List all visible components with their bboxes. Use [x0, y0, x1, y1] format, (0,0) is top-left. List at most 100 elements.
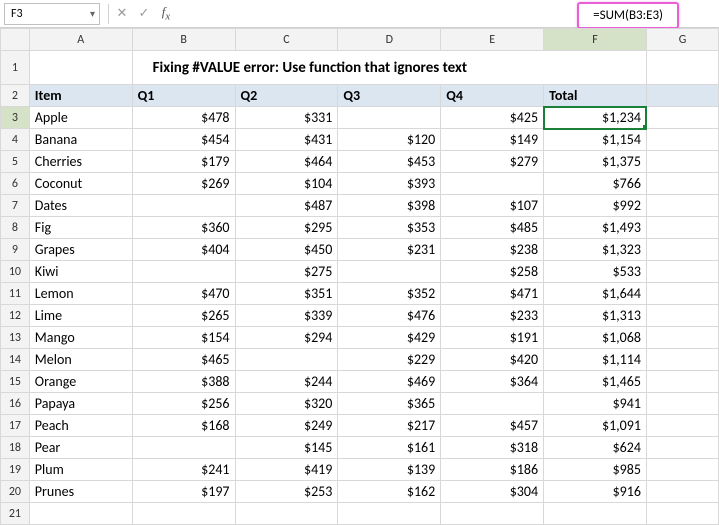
row-header-16[interactable]: 16 [1, 393, 30, 415]
hdr-item[interactable]: Item [29, 85, 132, 107]
hdr-q4[interactable]: Q4 [441, 85, 544, 107]
cell-B21[interactable] [132, 503, 235, 525]
cell-item[interactable]: Plum [29, 459, 132, 481]
row-header-6[interactable]: 6 [1, 173, 30, 195]
row-header-15[interactable]: 15 [1, 371, 30, 393]
cell-q2[interactable]: $339 [235, 305, 338, 327]
row-header-20[interactable]: 20 [1, 481, 30, 503]
cell-item[interactable]: Lime [29, 305, 132, 327]
row-header-1[interactable]: 1 [1, 51, 30, 85]
cell-q1[interactable] [132, 195, 235, 217]
cell-q3[interactable]: $365 [338, 393, 441, 415]
cell-q1[interactable] [132, 261, 235, 283]
cell-D21[interactable] [338, 503, 441, 525]
row-header-4[interactable]: 4 [1, 129, 30, 151]
cell-q2[interactable]: $294 [235, 327, 338, 349]
cell-q1[interactable]: $265 [132, 305, 235, 327]
cell-q1[interactable]: $154 [132, 327, 235, 349]
cell-total[interactable]: $941 [544, 393, 647, 415]
fx-icon[interactable]: fx [155, 4, 177, 23]
cell-total[interactable]: $533 [544, 261, 647, 283]
row-header-3[interactable]: 3 [1, 107, 30, 129]
cell-item[interactable]: Apple [29, 107, 132, 129]
cell-q4[interactable] [441, 173, 544, 195]
cell-q3[interactable]: $429 [338, 327, 441, 349]
cell-empty[interactable] [646, 173, 718, 195]
cell-empty[interactable] [646, 195, 718, 217]
row-header-18[interactable]: 18 [1, 437, 30, 459]
cell-q3[interactable]: $120 [338, 129, 441, 151]
cell-q2[interactable] [235, 349, 338, 371]
cell-q2[interactable]: $320 [235, 393, 338, 415]
cell-q3[interactable]: $217 [338, 415, 441, 437]
cell-q1[interactable]: $168 [132, 415, 235, 437]
sheet-title[interactable]: Fixing #VALUE error: Use function that i… [132, 51, 646, 85]
cell-q4[interactable]: $420 [441, 349, 544, 371]
cell-q4[interactable]: $186 [441, 459, 544, 481]
cell-q3[interactable]: $229 [338, 349, 441, 371]
cell-q2[interactable]: $487 [235, 195, 338, 217]
row-header-8[interactable]: 8 [1, 217, 30, 239]
cell-item[interactable]: Lemon [29, 283, 132, 305]
cell-item[interactable]: Cherries [29, 151, 132, 173]
row-header-9[interactable]: 9 [1, 239, 30, 261]
col-header-C[interactable]: C [235, 29, 338, 51]
cell-total[interactable]: $766 [544, 173, 647, 195]
row-header-17[interactable]: 17 [1, 415, 30, 437]
row-header-2[interactable]: 2 [1, 85, 30, 107]
cell-empty[interactable] [646, 305, 718, 327]
cell-q2[interactable]: $464 [235, 151, 338, 173]
cell-q4[interactable]: $233 [441, 305, 544, 327]
cell-total[interactable]: $1,375 [544, 151, 647, 173]
row-header-5[interactable]: 5 [1, 151, 30, 173]
cell-item[interactable]: Orange [29, 371, 132, 393]
cell-q3[interactable]: $139 [338, 459, 441, 481]
cell-q1[interactable]: $454 [132, 129, 235, 151]
cell-q4[interactable]: $457 [441, 415, 544, 437]
cell-empty[interactable] [646, 481, 718, 503]
cell-q4[interactable]: $471 [441, 283, 544, 305]
cell-total[interactable]: $1,323 [544, 239, 647, 261]
cell-total[interactable]: $1,493 [544, 217, 647, 239]
cell-q4[interactable]: $258 [441, 261, 544, 283]
cell-q2[interactable]: $331 [235, 107, 338, 129]
col-header-G[interactable]: G [646, 29, 718, 51]
cell-total[interactable]: $624 [544, 437, 647, 459]
cell-q4[interactable] [441, 393, 544, 415]
cell-G21[interactable] [646, 503, 718, 525]
cell-q2[interactable]: $244 [235, 371, 338, 393]
cell-q3[interactable]: $231 [338, 239, 441, 261]
cell-q4[interactable]: $279 [441, 151, 544, 173]
cell-q3[interactable]: $469 [338, 371, 441, 393]
cell-q2[interactable]: $431 [235, 129, 338, 151]
cancel-icon[interactable]: ✕ [111, 6, 133, 21]
cell-q4[interactable]: $107 [441, 195, 544, 217]
cell-q3[interactable]: $393 [338, 173, 441, 195]
cell-q3[interactable] [338, 261, 441, 283]
cell-empty[interactable] [646, 349, 718, 371]
cell-q2[interactable]: $450 [235, 239, 338, 261]
cell-q4[interactable]: $485 [441, 217, 544, 239]
cell-q4[interactable]: $318 [441, 437, 544, 459]
cell-G1[interactable] [646, 51, 718, 85]
cell-empty[interactable] [646, 437, 718, 459]
cell-empty[interactable] [646, 371, 718, 393]
cell-q3[interactable]: $353 [338, 217, 441, 239]
cell-q3[interactable] [338, 107, 441, 129]
cell-total[interactable]: $1,313 [544, 305, 647, 327]
cell-q1[interactable]: $478 [132, 107, 235, 129]
row-header-7[interactable]: 7 [1, 195, 30, 217]
cell-q3[interactable]: $398 [338, 195, 441, 217]
cell-item[interactable]: Pear [29, 437, 132, 459]
cell-q3[interactable]: $476 [338, 305, 441, 327]
cell-item[interactable]: Dates [29, 195, 132, 217]
cell-q1[interactable]: $269 [132, 173, 235, 195]
hdr-q3[interactable]: Q3 [338, 85, 441, 107]
cell-item[interactable]: Grapes [29, 239, 132, 261]
cell-G2[interactable] [646, 85, 718, 107]
col-header-E[interactable]: E [441, 29, 544, 51]
row-header-21[interactable]: 21 [1, 503, 30, 525]
cell-item[interactable]: Peach [29, 415, 132, 437]
cell-q1[interactable]: $241 [132, 459, 235, 481]
hdr-total[interactable]: Total [544, 85, 647, 107]
